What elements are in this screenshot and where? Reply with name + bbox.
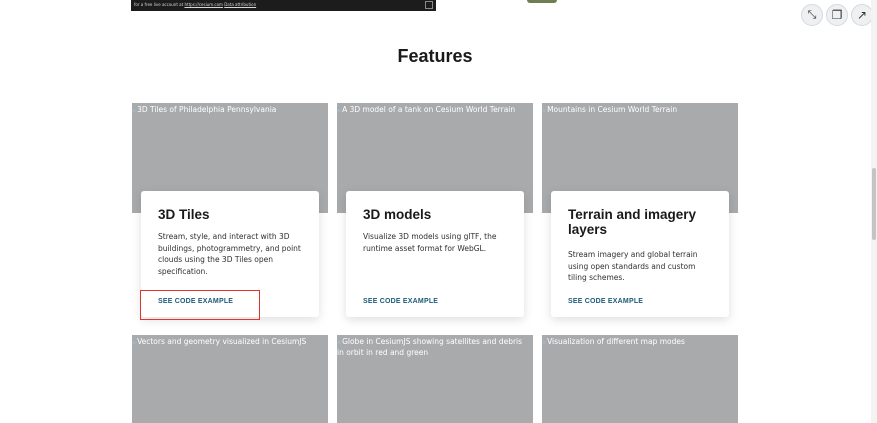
features-heading: Features — [397, 46, 473, 66]
image-alt-text: A 3D model of a tank on Cesium World Ter… — [337, 105, 531, 116]
highlight-annotation — [140, 290, 260, 320]
card-description: Stream, style, and interact with 3D buil… — [158, 232, 301, 277]
attribution-text: for a free live account at — [134, 2, 184, 7]
fullscreen-icon[interactable] — [425, 1, 433, 9]
image-alt-text: Globe in CesiumJS showing satellites and… — [337, 337, 531, 358]
data-attribution-link[interactable]: Data attribution — [224, 2, 256, 7]
image-alt-text: Mountains in Cesium World Terrain — [542, 105, 736, 116]
attribution-link[interactable]: https://cesium.com — [184, 2, 222, 7]
card-title: Terrain and imagery layers — [568, 207, 697, 237]
scrollbar-thumb[interactable] — [872, 168, 876, 240]
copy-button[interactable]: ❐ — [826, 4, 848, 26]
preview-image-edge — [527, 0, 557, 3]
open-external-icon: ↗ — [856, 8, 868, 22]
feature-image-vectors: Vectors and geometry visualized in Cesiu… — [132, 335, 328, 423]
image-alt-text: Visualization of different map modes — [542, 337, 736, 348]
image-alt-text: Vectors and geometry visualized in Cesiu… — [132, 337, 326, 348]
feature-image-map-modes: Visualization of different map modes — [542, 335, 738, 423]
copy-icon: ❐ — [831, 8, 843, 22]
minimize-icon: ⤡ — [807, 8, 817, 21]
card-description: Visualize 3D models using glTF, the runt… — [363, 232, 497, 253]
feature-image-globe: Globe in CesiumJS showing satellites and… — [337, 335, 533, 423]
card-title: 3D Tiles — [158, 207, 210, 222]
see-code-example-link-terrain[interactable]: SEE CODE EXAMPLE — [568, 298, 643, 305]
see-code-example-link-3d-models[interactable]: SEE CODE EXAMPLE — [363, 298, 438, 305]
minimize-button[interactable]: ⤡ — [801, 4, 823, 26]
image-alt-text: 3D Tiles of Philadelphia Pennsylvania — [132, 105, 326, 116]
card-description: Stream imagery and global terrain using … — [568, 250, 698, 283]
map-viewer-strip[interactable]: for a free live account at https://cesiu… — [131, 0, 436, 11]
open-external-button[interactable]: ↗ — [851, 4, 873, 26]
card-title: 3D models — [363, 207, 432, 222]
map-attribution: for a free live account at https://cesiu… — [134, 2, 256, 7]
